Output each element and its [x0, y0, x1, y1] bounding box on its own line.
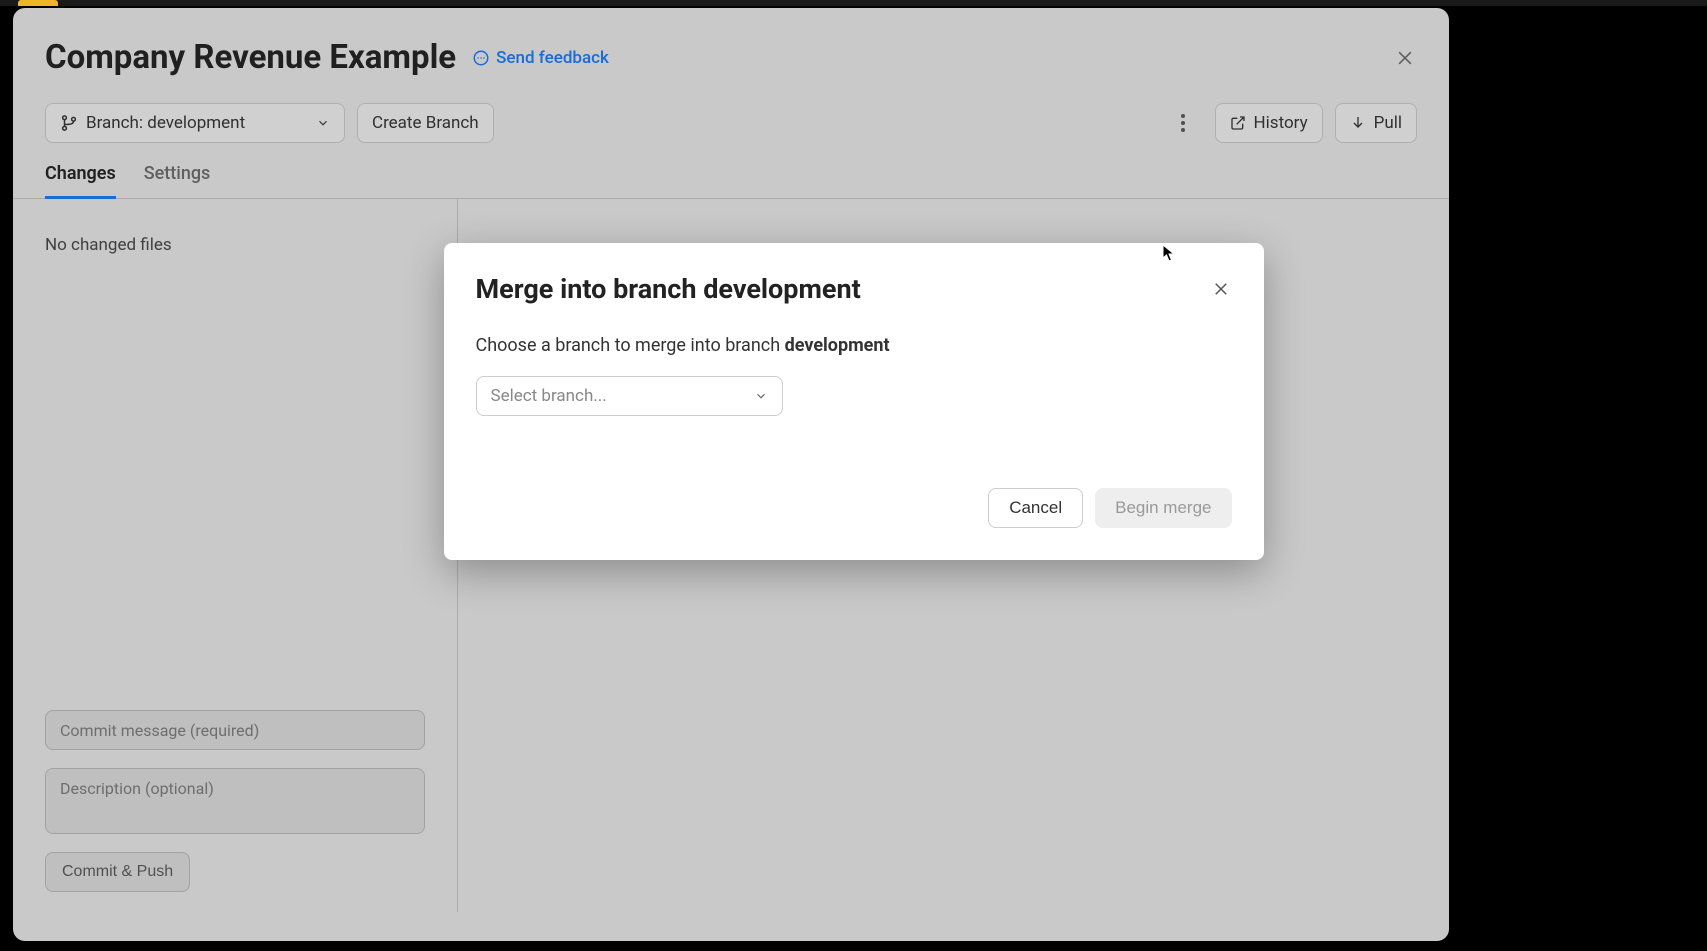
- modal-close-button[interactable]: [1210, 278, 1232, 300]
- modal-overlay: Merge into branch development Choose a b…: [0, 0, 1707, 951]
- chevron-down-icon: [754, 389, 768, 403]
- modal-instruction-prefix: Choose a branch to merge into branch: [476, 335, 785, 356]
- close-icon: [1212, 280, 1230, 298]
- modal-instruction: Choose a branch to merge into branch dev…: [476, 335, 1232, 356]
- merge-modal: Merge into branch development Choose a b…: [444, 243, 1264, 560]
- begin-merge-button[interactable]: Begin merge: [1095, 488, 1231, 528]
- merge-select-placeholder: Select branch...: [491, 386, 607, 406]
- cancel-button[interactable]: Cancel: [988, 488, 1083, 528]
- merge-branch-select[interactable]: Select branch...: [476, 376, 783, 416]
- modal-title: Merge into branch development: [476, 273, 861, 305]
- modal-instruction-branch: development: [785, 335, 890, 356]
